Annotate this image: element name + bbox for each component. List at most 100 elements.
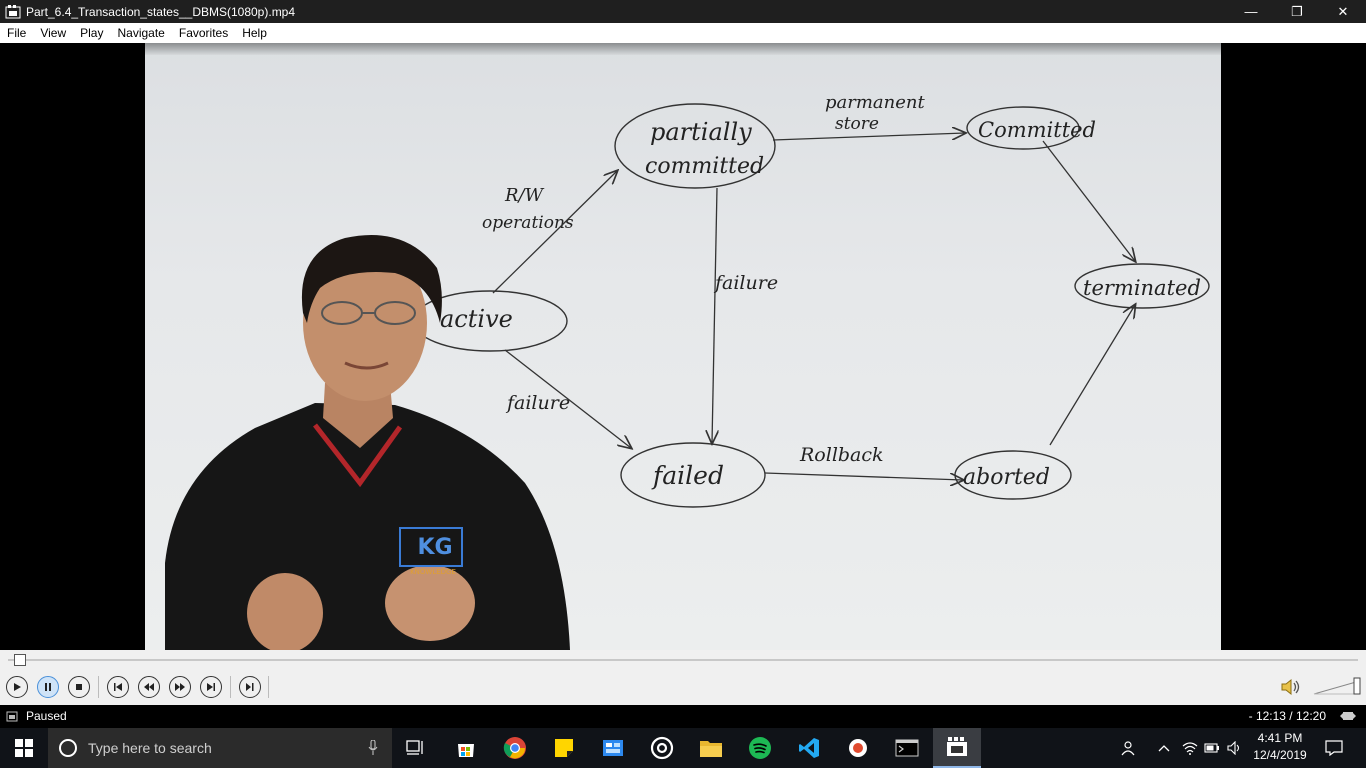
arrow-committed-terminated — [1042, 140, 1135, 261]
media-player-icon — [947, 737, 967, 756]
store-icon — [458, 744, 474, 757]
taskbar-file-explorer[interactable] — [687, 728, 735, 768]
volume-slider[interactable] — [1312, 676, 1362, 696]
menu-view[interactable]: View — [33, 23, 73, 43]
window-title: Part_6.4_Transaction_states__DBMS(1080p)… — [26, 4, 296, 19]
taskbar-vscode[interactable] — [785, 728, 833, 768]
taskbar-groove[interactable] — [638, 728, 686, 768]
rewind-button[interactable] — [138, 676, 160, 698]
volume-handle — [1353, 677, 1361, 695]
terminated-label: terminated — [1083, 276, 1201, 300]
playback-controls — [0, 670, 1366, 705]
media-app-icon — [849, 739, 867, 757]
tray-wifi[interactable] — [1180, 728, 1200, 768]
presenter — [165, 234, 570, 650]
frame-step-button[interactable] — [239, 676, 261, 698]
aborted-label: aborted — [963, 465, 1050, 490]
taskbar-media-player[interactable] — [933, 728, 981, 768]
sticky-notes-icon — [555, 739, 573, 757]
taskbar-sticky-notes[interactable] — [540, 728, 588, 768]
skip-back-icon — [114, 683, 122, 691]
vscode-icon — [799, 738, 819, 758]
menu-play[interactable]: Play — [73, 23, 110, 43]
seek-handle[interactable] — [14, 654, 26, 666]
menu-navigate[interactable]: Navigate — [110, 23, 171, 43]
menu-file[interactable]: File — [0, 23, 33, 43]
failed-label: failed — [651, 461, 724, 490]
menu-help[interactable]: Help — [235, 23, 274, 43]
tray-people[interactable] — [1116, 728, 1142, 768]
minimize-button[interactable]: — — [1228, 0, 1274, 23]
start-button[interactable] — [0, 728, 48, 768]
action-center-button[interactable] — [1318, 728, 1350, 768]
rollback-label: Rollback — [799, 444, 884, 466]
title-bar: Part_6.4_Transaction_states__DBMS(1080p)… — [0, 0, 1366, 23]
taskbar-app-orange[interactable] — [834, 728, 882, 768]
controls-divider — [268, 676, 269, 698]
chevron-up-icon — [1158, 745, 1170, 752]
whiteboard-frame — [145, 43, 1221, 55]
taskbar-clock[interactable]: 4:41 PM 12/4/2019 — [1250, 730, 1310, 764]
volume-icon[interactable] — [1280, 677, 1302, 697]
close-button[interactable]: ✕ — [1320, 0, 1366, 23]
tray-battery[interactable] — [1202, 728, 1222, 768]
folder-icon — [700, 741, 722, 757]
tray-show-hidden[interactable] — [1154, 728, 1174, 768]
arrow-to-committed — [772, 133, 965, 141]
previous-button[interactable] — [107, 676, 129, 698]
frame-step-icon — [246, 683, 254, 691]
spotify-icon — [749, 737, 771, 759]
clock-date: 12/4/2019 — [1253, 748, 1307, 762]
media-player-app-icon — [5, 4, 21, 18]
taskbar-chrome[interactable] — [491, 728, 539, 768]
clock-time: 4:41 PM — [1257, 731, 1303, 745]
tray-volume[interactable] — [1224, 728, 1246, 768]
stop-icon — [76, 684, 82, 690]
shirt-logo: KG — [417, 535, 453, 560]
seek-track[interactable] — [8, 659, 1358, 661]
stop-button[interactable] — [68, 676, 90, 698]
task-view-icon — [406, 740, 423, 755]
permanent-label: parmanent — [825, 92, 925, 113]
seek-bar[interactable] — [0, 650, 1366, 670]
arrow-failed-aborted — [764, 472, 963, 480]
task-view-button[interactable] — [392, 728, 440, 768]
fast-forward-button[interactable] — [169, 676, 191, 698]
groove-music-icon — [650, 736, 674, 760]
play-icon — [14, 683, 21, 691]
menu-favorites[interactable]: Favorites — [172, 23, 235, 43]
taskbar-control-panel[interactable] — [589, 728, 637, 768]
taskbar-search[interactable]: Type here to search — [48, 728, 392, 768]
battery-icon — [1204, 743, 1219, 753]
chrome-icon — [503, 737, 526, 759]
playback-time[interactable]: - 12:13 / 12:20 — [1249, 709, 1326, 723]
taskbar-spotify[interactable] — [736, 728, 784, 768]
terminal-icon — [895, 739, 919, 757]
taskbar-terminal[interactable] — [883, 728, 931, 768]
fullscreen-toggle-icon[interactable] — [1340, 709, 1356, 723]
status-film-icon — [6, 711, 18, 722]
speaker-icon — [1227, 741, 1240, 755]
cortana-icon — [59, 739, 77, 757]
taskbar-store[interactable] — [442, 728, 490, 768]
playback-state: Paused — [26, 709, 67, 723]
windows-logo-icon — [15, 739, 33, 757]
windows-taskbar: Type here to search 4:41 PM 12/4/2019 — [0, 728, 1366, 768]
controls-divider — [98, 676, 99, 698]
play-button[interactable] — [6, 676, 28, 698]
controls-divider — [230, 676, 231, 698]
partially-label: partially — [650, 118, 752, 146]
people-icon — [1121, 741, 1135, 756]
menu-bar: File View Play Navigate Favorites Help — [0, 23, 1366, 43]
video-frame[interactable]: partially committed parmanent store Comm… — [0, 43, 1366, 650]
restore-button[interactable]: ❐ — [1274, 0, 1320, 23]
microphone-icon[interactable] — [368, 740, 378, 756]
control-panel-icon — [603, 740, 623, 756]
arrow-partially-failed — [712, 187, 717, 443]
next-button[interactable] — [200, 676, 222, 698]
arrow-aborted-terminated — [1049, 305, 1135, 446]
committed-label: Committed — [978, 118, 1096, 142]
pause-button[interactable] — [37, 676, 59, 698]
skip-forward-icon — [207, 683, 215, 691]
failure-label-1: failure — [713, 272, 778, 294]
